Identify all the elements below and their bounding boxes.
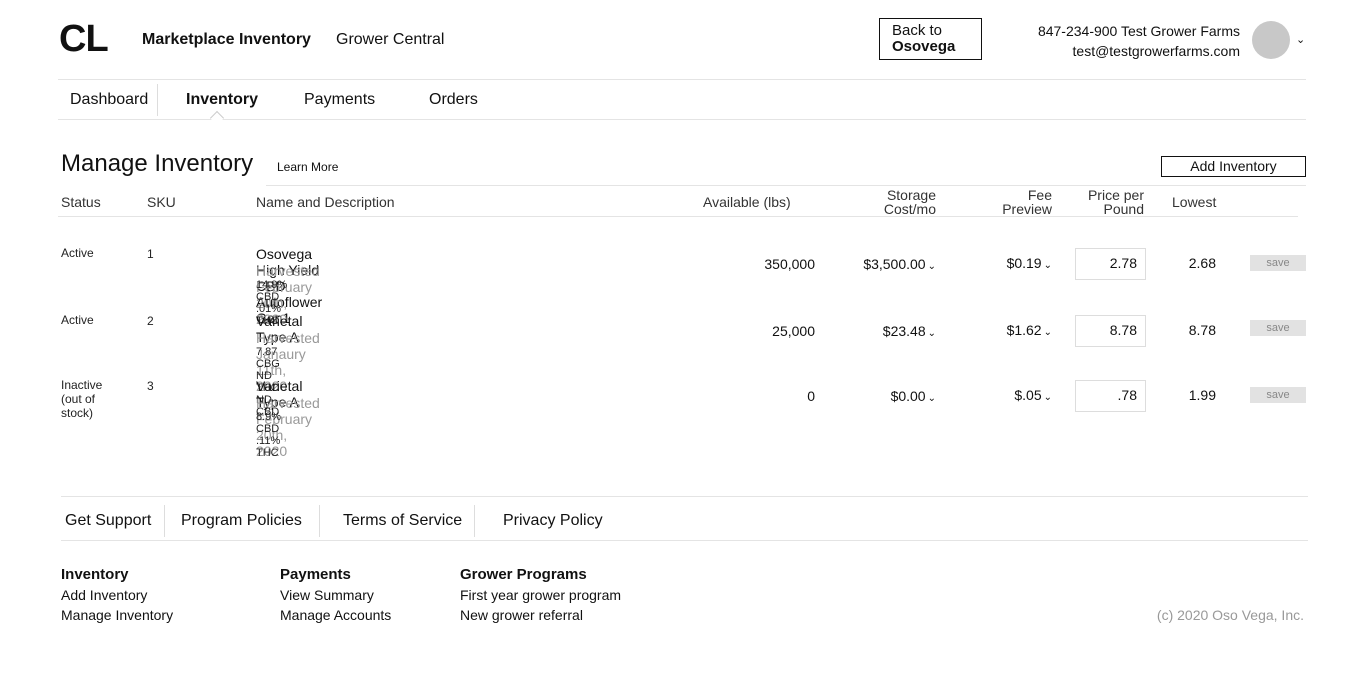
col-price-header-line1: Price per (1087, 187, 1144, 203)
tab-orders[interactable]: Orders (429, 91, 478, 109)
tab-payments[interactable]: Payments (304, 91, 375, 109)
col-storage-header-line2: Cost/mo (883, 201, 936, 217)
row-storage-select[interactable]: $3,500.00 ⌄ (826, 256, 936, 272)
footer-separator (474, 505, 475, 537)
footer-top-divider (61, 496, 1308, 497)
chevron-down-icon: ⌄ (1043, 327, 1052, 338)
learn-more-link[interactable]: Learn More (277, 160, 338, 174)
col-sku-header: SKU (147, 194, 176, 210)
back-to-osovega-button[interactable]: Back to Osovega (879, 18, 982, 60)
col-storage-header: Storage Cost/mo (836, 188, 936, 216)
row-fee-select[interactable]: $1.62 ⌄ (972, 322, 1052, 338)
nav-marketplace-inventory[interactable]: Marketplace Inventory (142, 31, 311, 49)
row-available: 350,000 (764, 256, 815, 272)
header-divider (58, 79, 1306, 80)
back-button-line2: Osovega (892, 38, 956, 55)
col-price-header: Price per Pound (1064, 188, 1144, 216)
row-status: Active (61, 246, 94, 260)
active-tab-caret (209, 110, 225, 126)
row-price-input[interactable]: .78 (1075, 380, 1146, 412)
chevron-down-icon: ⌄ (1043, 392, 1052, 403)
row-lowest: 1.99 (1188, 387, 1216, 403)
row-fee-value: $.05 (1014, 387, 1042, 403)
footer-link-new-grower-referral[interactable]: New grower referral (460, 607, 583, 623)
row-tags: 8.9% CBD .11% THC (256, 411, 282, 459)
account-phone-name: 847-234-900 Test Grower Farms (1037, 23, 1240, 39)
account-email: test@testgrowerfarms.com (1072, 43, 1240, 59)
col-fee-header-line1: Fee (1027, 187, 1052, 203)
footer-col-payments-title: Payments (280, 566, 351, 583)
row-fee-select[interactable]: $0.19 ⌄ (972, 255, 1052, 271)
account-info: 847-234-900 Test Grower Farms test@testg… (1038, 21, 1240, 61)
row-lowest: 2.68 (1188, 255, 1216, 271)
account-chevron-down-icon[interactable]: ⌄ (1296, 33, 1305, 46)
chevron-down-icon: ⌄ (1043, 260, 1052, 271)
footer-link-add-inventory[interactable]: Add Inventory (61, 587, 147, 603)
row-storage-value: $3,500.00 (863, 256, 926, 272)
footer-link-program-policies[interactable]: Program Policies (181, 512, 302, 530)
row-fee-select[interactable]: $.05 ⌄ (972, 387, 1052, 403)
col-lowest-header: Lowest (1172, 194, 1217, 210)
footer-separator (319, 505, 320, 537)
footer-link-manage-inventory[interactable]: Manage Inventory (61, 607, 173, 623)
add-inventory-button[interactable]: Add Inventory (1161, 156, 1306, 177)
row-available: 25,000 (772, 323, 815, 339)
footer-links-divider (61, 540, 1308, 541)
col-fee-header-line2: Preview (1002, 201, 1052, 217)
row-storage-value: $23.48 (882, 323, 926, 339)
page-title: Manage Inventory (61, 150, 254, 177)
avatar[interactable] (1252, 21, 1290, 59)
row-storage-select[interactable]: $23.48 ⌄ (826, 323, 936, 339)
row-status: Inactive (out of stock) (61, 378, 102, 420)
row-available: 0 (807, 388, 815, 404)
save-button[interactable]: save (1250, 320, 1306, 336)
tab-inventory[interactable]: Inventory (186, 91, 258, 109)
row-lowest: 8.78 (1188, 322, 1216, 338)
row-status-label: Inactive (61, 378, 103, 392)
col-fee-header: Fee Preview (972, 188, 1052, 216)
row-price-input[interactable]: 8.78 (1075, 315, 1146, 347)
row-fee-value: $0.19 (1006, 255, 1042, 271)
table-header-divider (58, 216, 1298, 217)
save-button[interactable]: save (1250, 387, 1306, 403)
footer-link-view-summary[interactable]: View Summary (280, 587, 374, 603)
back-button-line1: Back to (892, 22, 943, 39)
row-fee-value: $1.62 (1006, 322, 1042, 338)
tab-dashboard[interactable]: Dashboard (70, 91, 148, 109)
tabs-divider (58, 119, 1306, 120)
footer-link-privacy-policy[interactable]: Privacy Policy (503, 512, 603, 530)
footer-link-get-support[interactable]: Get Support (65, 512, 151, 530)
row-status: Active (61, 313, 94, 327)
row-sku: 1 (147, 247, 154, 261)
col-status-header: Status (61, 194, 101, 210)
row-sku: 2 (147, 314, 154, 328)
tab-separator (157, 84, 158, 116)
row-storage-value: $0.00 (890, 388, 926, 404)
row-sku: 3 (147, 379, 154, 393)
footer-col-grower-programs-title: Grower Programs (460, 566, 587, 583)
row-price-input[interactable]: 2.78 (1075, 248, 1146, 280)
chevron-down-icon: ⌄ (927, 393, 936, 404)
row-status-note: (out of stock) (61, 392, 96, 420)
footer-link-terms-of-service[interactable]: Terms of Service (343, 512, 462, 530)
logo[interactable]: CL (59, 18, 109, 61)
col-storage-header-line1: Storage (886, 187, 936, 203)
chevron-down-icon: ⌄ (927, 261, 936, 272)
footer-link-manage-accounts[interactable]: Manage Accounts (280, 607, 391, 623)
row-storage-select[interactable]: $0.00 ⌄ (826, 388, 936, 404)
copyright: (c) 2020 Oso Vega, Inc. (1156, 607, 1304, 623)
save-button[interactable]: save (1250, 255, 1306, 271)
title-divider (266, 185, 1306, 186)
chevron-down-icon: ⌄ (927, 328, 936, 339)
footer-link-first-year-program[interactable]: First year grower program (460, 587, 621, 603)
col-price-header-line2: Pound (1103, 201, 1144, 217)
col-available-header: Available (lbs) (703, 194, 791, 210)
nav-grower-central[interactable]: Grower Central (336, 31, 444, 49)
footer-separator (164, 505, 165, 537)
footer-col-inventory-title: Inventory (61, 566, 129, 583)
col-name-header: Name and Description (256, 194, 395, 210)
